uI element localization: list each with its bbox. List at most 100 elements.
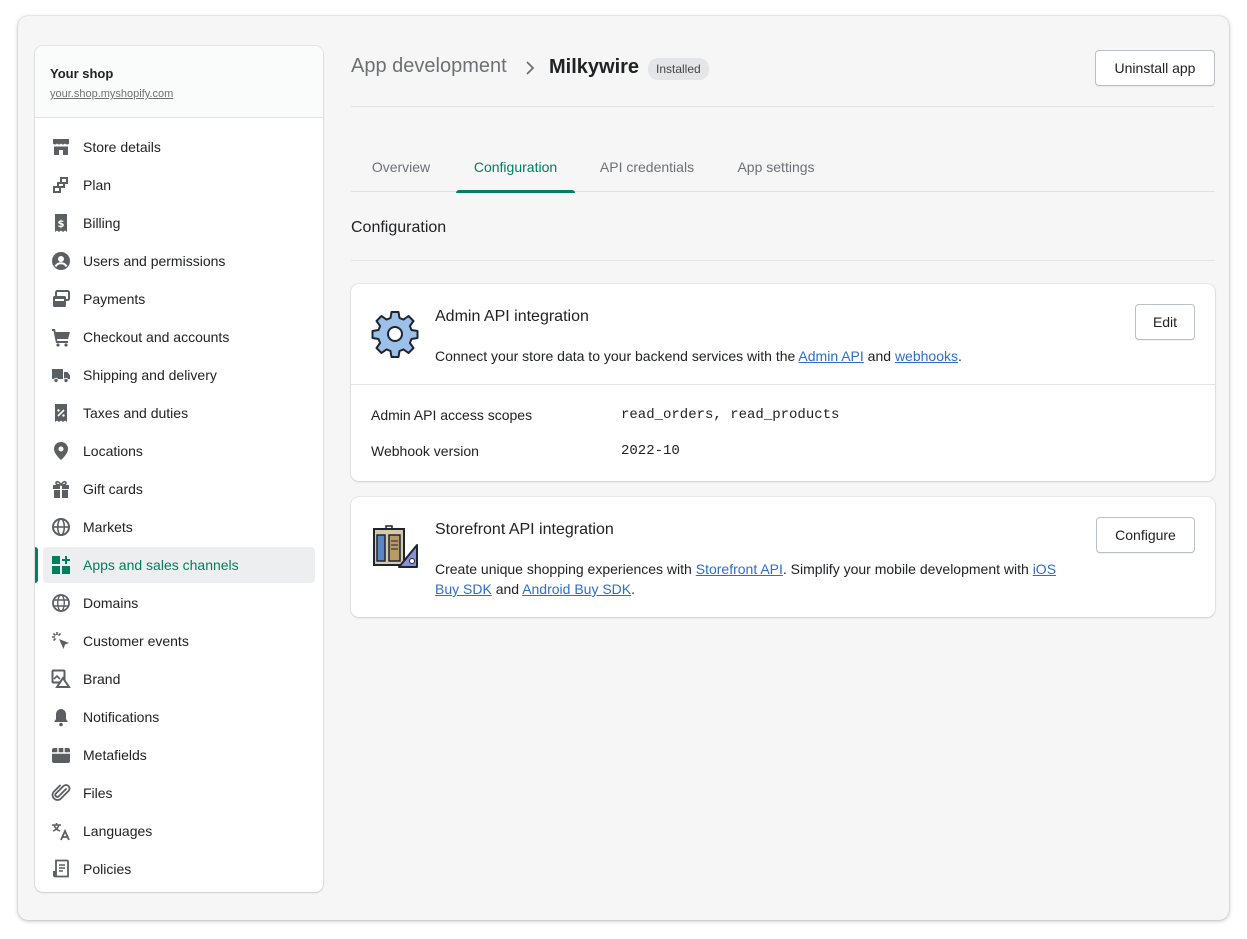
card-title: Storefront API integration [435,521,614,538]
translate-icon [52,823,70,841]
uninstall-app-button[interactable]: Uninstall app [1095,50,1215,86]
sidebar-item-label: Shipping and delivery [83,367,217,383]
cart-icon [52,329,70,347]
plan-icon [53,177,68,193]
sidebar-item-brand[interactable]: Brand [43,661,315,697]
paperclip-icon [51,784,71,801]
storefront-api-card: Storefront API integration Create unique… [351,497,1215,617]
access-scopes-value: read_orders, read_products [621,407,840,423]
tab-api-credentials[interactable]: API credentials [581,150,713,192]
breadcrumb-app-development[interactable]: App development [351,55,507,78]
divider [351,384,1215,385]
sidebar-item-label: Apps and sales channels [83,557,239,573]
description-text: . [631,581,636,597]
globe-icon [52,518,70,536]
webhooks-link[interactable]: webhooks [895,348,958,364]
payments-icon [53,290,70,307]
section-title: Configuration [351,219,447,236]
bell-icon [54,709,68,727]
shop-name: Your shop [50,66,114,81]
sidebar-item-label: Gift cards [83,481,143,497]
sidebar-item-store-details[interactable]: Store details [43,129,315,165]
cursor-click-icon [52,632,69,649]
sidebar-item-label: Users and permissions [83,253,226,269]
configure-button[interactable]: Configure [1096,517,1195,553]
sidebar-item-label: Billing [83,215,121,231]
sidebar-item-languages[interactable]: Languages [43,813,315,849]
divider [351,260,1215,261]
store-icon [53,139,69,155]
tab-app-settings[interactable]: App settings [721,150,831,192]
sidebar-item-label: Files [83,785,113,801]
sidebar-item-markets[interactable]: Markets [43,509,315,545]
sidebar-item-customer-events[interactable]: Customer events [43,623,315,659]
description-text: . Simplify your mobile development with [782,561,1033,577]
sidebar-item-gift-cards[interactable]: Gift cards [43,471,315,507]
sidebar-item-metafields[interactable]: Metafields [43,737,315,773]
sidebar-item-label: Notifications [83,709,160,725]
admin-api-link[interactable]: Admin API [798,348,863,364]
sidebar-item-apps[interactable]: Apps and sales channels [35,547,315,583]
sidebar-item-taxes[interactable]: Taxes and duties [43,395,315,431]
sidebar-item-domains[interactable]: Domains [43,585,315,621]
sidebar-item-label: Payments [83,291,146,307]
storefront-api-link[interactable]: Storefront API [696,561,783,577]
settings-nav: Store details Plan $ Billing Users and p… [35,118,323,887]
apps-icon [52,556,70,574]
gift-icon [53,480,69,498]
sidebar-item-label: Checkout and accounts [83,329,230,345]
user-icon [52,252,70,270]
webhook-version-label: Webhook version [371,443,479,459]
sidebar-item-billing[interactable]: $ Billing [43,205,315,241]
svg-text:$: $ [58,219,65,230]
description-text: . [957,348,962,364]
sidebar-item-label: Metafields [83,747,147,763]
sidebar-item-policies[interactable]: Policies [43,851,315,887]
sidebar-item-label: Store details [83,139,161,155]
card-description: Create unique shopping experiences with … [435,559,1075,599]
sidebar-item-users[interactable]: Users and permissions [43,243,315,279]
sidebar-item-label: Policies [83,861,132,877]
status-badge: Installed [648,58,709,80]
sidebar-item-label: Languages [83,823,153,839]
description-text: and [863,348,895,364]
shop-header: Your shop your.shop.myshopify.com [35,46,323,118]
webhook-version-value: 2022-10 [621,443,680,459]
sidebar-item-checkout[interactable]: Checkout and accounts [43,319,315,355]
billing-icon: $ [55,214,67,232]
description-text: and [491,581,523,597]
sidebar-item-plan[interactable]: Plan [43,167,315,203]
android-buy-sdk-link[interactable]: Android Buy SDK [522,581,631,597]
sidebar-item-label: Markets [83,519,133,535]
sidebar-item-label: Plan [83,177,112,193]
sidebar-item-payments[interactable]: Payments [43,281,315,317]
settings-sidebar: Your shop your.shop.myshopify.com Store … [35,46,323,892]
card-description: Connect your store data to your backend … [435,346,1075,366]
domains-icon [52,594,70,612]
shop-url-link[interactable]: your.shop.myshopify.com [50,88,173,100]
edit-button[interactable]: Edit [1135,304,1195,340]
sidebar-item-label: Customer events [83,633,189,649]
brand-icon [51,669,71,688]
sidebar-item-locations[interactable]: Locations [43,433,315,469]
storefront-icon [373,525,418,568]
description-text: Connect your store data to your backend … [435,348,799,364]
chevron-right-icon [526,61,535,75]
metafields-icon [52,748,70,763]
settings-window: Your shop your.shop.myshopify.com Store … [18,16,1229,920]
sidebar-item-files[interactable]: Files [43,775,315,811]
policies-icon [53,859,69,878]
tab-configuration[interactable]: Configuration [456,150,575,193]
sidebar-item-label: Locations [83,443,143,459]
admin-api-card: Admin API integration Connect your store… [351,284,1215,481]
sidebar-item-label: Domains [83,595,139,611]
sidebar-item-shipping[interactable]: Shipping and delivery [43,357,315,393]
page-title: Milkywire [549,56,640,78]
sidebar-item-notifications[interactable]: Notifications [43,699,315,735]
main-content: App development Milkywire Installed Unin… [351,16,1215,920]
page-header: App development Milkywire Installed Unin… [351,50,1215,107]
tab-overview[interactable]: Overview [351,150,451,192]
sidebar-item-label: Taxes and duties [83,405,189,421]
tab-bar: Overview Configuration API credentials A… [351,150,1215,193]
description-text: Create unique shopping experiences with [435,561,696,577]
